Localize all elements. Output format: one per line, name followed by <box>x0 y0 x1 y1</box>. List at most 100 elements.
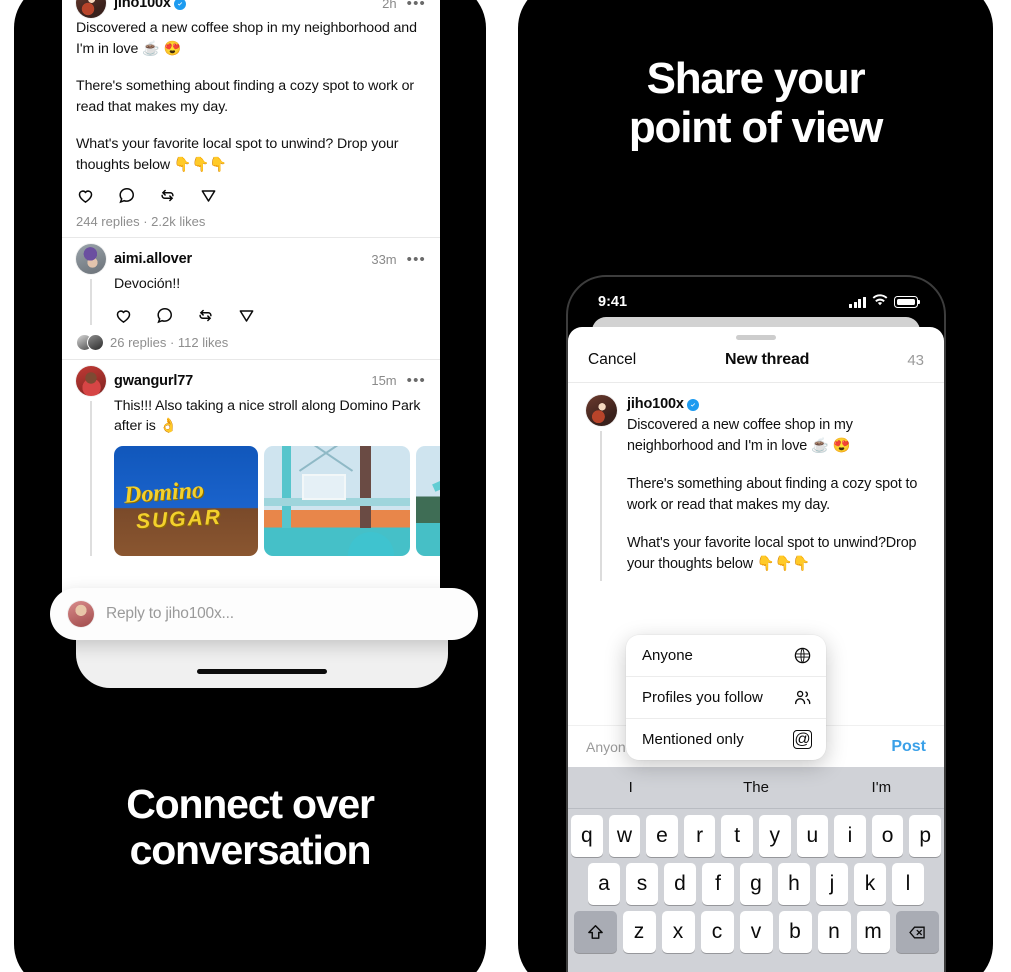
reply-icon[interactable] <box>117 186 136 205</box>
post-meta: 15m ••• <box>371 373 426 388</box>
shift-icon[interactable] <box>573 911 617 953</box>
sheet-title: New thread <box>725 351 810 368</box>
menu-item-label: Anyone <box>642 647 693 664</box>
avatar[interactable] <box>68 601 94 627</box>
third-photo[interactable] <box>416 445 440 556</box>
repost-icon[interactable] <box>158 186 177 205</box>
audience-dropdown-menu[interactable]: Anyone Profiles you follow Mentioned onl… <box>626 635 826 760</box>
avatar[interactable] <box>585 395 617 426</box>
like-icon[interactable] <box>76 186 95 205</box>
at-icon: @ <box>793 730 812 749</box>
reply-icon[interactable] <box>155 306 174 325</box>
reply-input-placeholder[interactable]: Reply to jiho100x... <box>106 605 234 623</box>
compose-text-column: jiho100x Discovered a new coffee shop in… <box>627 395 926 581</box>
keyboard-row-3: z x c v b n m <box>568 905 944 953</box>
share-icon[interactable] <box>199 186 218 205</box>
key-b[interactable]: b <box>778 911 812 953</box>
post-text: This!!! Also taking a nice stroll along … <box>114 396 426 437</box>
menu-item-anyone[interactable]: Anyone <box>626 635 826 676</box>
avatar[interactable] <box>76 365 106 396</box>
feed-post[interactable]: gwangurl77 15m ••• This!!! Also taking a… <box>62 358 440 564</box>
post-media-carousel[interactable]: Domino SUGAR <box>114 445 440 556</box>
key-t[interactable]: t <box>721 815 753 857</box>
key-c[interactable]: c <box>700 911 734 953</box>
menu-item-label: Mentioned only <box>642 731 744 748</box>
key-u[interactable]: u <box>796 815 829 857</box>
stats-text: 26 replies · 112 likes <box>110 334 229 350</box>
key-y[interactable]: y <box>759 815 791 857</box>
username[interactable]: jiho100x <box>114 0 171 11</box>
post-stats[interactable]: 244 replies · 2.2k likes <box>76 214 426 229</box>
key-g[interactable]: g <box>740 863 772 905</box>
key-z[interactable]: z <box>622 911 656 953</box>
feed-post[interactable]: aimi.allover 33m ••• Devoción!! 26 repli… <box>62 237 440 359</box>
right-panel-caption: Share your point of view <box>518 54 993 153</box>
suggestion-chip[interactable]: I <box>568 779 693 796</box>
compose-text[interactable]: Discovered a new coffee shop in my neigh… <box>627 415 926 575</box>
more-options-icon[interactable]: ••• <box>407 0 426 11</box>
repost-icon[interactable] <box>196 306 215 325</box>
menu-item-mentioned-only[interactable]: Mentioned only @ <box>626 718 826 760</box>
post-header: jiho100x 2h ••• <box>76 0 426 18</box>
key-l[interactable]: l <box>892 863 924 905</box>
post-paragraph: This!!! Also taking a nice stroll along … <box>114 397 421 435</box>
key-n[interactable]: n <box>817 911 851 953</box>
post-actions <box>76 186 426 205</box>
feed-list: jiho100x 2h ••• Discovered a new coffee … <box>62 0 440 616</box>
key-a[interactable]: a <box>588 863 620 905</box>
post-thread: gwangurl77 15m ••• This!!! Also taking a… <box>76 365 440 556</box>
reply-composer-bar[interactable]: Reply to jiho100x... <box>50 588 478 640</box>
post-button[interactable]: Post <box>891 738 926 756</box>
like-icon[interactable] <box>114 306 133 325</box>
cancel-button[interactable]: Cancel <box>588 351 636 369</box>
feed-post[interactable]: jiho100x 2h ••• Discovered a new coffee … <box>62 0 440 237</box>
on-screen-keyboard: I The I'm q w e r t y u i o p a s d f g … <box>568 767 944 972</box>
compose-paragraph: There's something about finding a cozy s… <box>627 476 918 513</box>
menu-item-profiles-you-follow[interactable]: Profiles you follow <box>626 676 826 718</box>
compose-paragraph: What's your favorite local spot to unwin… <box>627 535 917 572</box>
suggestion-chip[interactable]: I'm <box>819 779 944 796</box>
username[interactable]: aimi.allover <box>114 251 192 267</box>
key-x[interactable]: x <box>661 911 695 953</box>
suggestion-chip[interactable]: The <box>693 779 818 796</box>
more-options-icon[interactable]: ••• <box>407 252 426 267</box>
domino-sugar-photo[interactable]: Domino SUGAR <box>114 445 258 556</box>
avatar[interactable] <box>76 244 106 274</box>
thread-line <box>600 431 602 581</box>
timestamp: 15m <box>371 373 397 388</box>
thread-line <box>90 400 92 556</box>
key-e[interactable]: e <box>646 815 678 857</box>
share-icon[interactable] <box>237 306 256 325</box>
key-r[interactable]: r <box>683 815 716 857</box>
key-p[interactable]: p <box>909 815 941 857</box>
key-w[interactable]: w <box>608 815 641 857</box>
key-v[interactable]: v <box>739 911 773 953</box>
feed-screen: jiho100x 2h ••• Discovered a new coffee … <box>62 0 440 616</box>
key-q[interactable]: q <box>571 815 603 857</box>
key-s[interactable]: s <box>626 863 658 905</box>
more-options-icon[interactable]: ••• <box>407 373 426 388</box>
key-h[interactable]: h <box>778 863 810 905</box>
key-k[interactable]: k <box>854 863 886 905</box>
post-meta: 2h ••• <box>382 0 426 11</box>
key-o[interactable]: o <box>871 815 904 857</box>
key-m[interactable]: m <box>856 911 890 953</box>
backspace-icon[interactable] <box>895 911 939 953</box>
key-d[interactable]: d <box>664 863 696 905</box>
bridge-photo[interactable] <box>264 445 410 556</box>
post-header: aimi.allover 33m ••• <box>114 244 426 274</box>
avatar[interactable] <box>76 0 106 18</box>
username[interactable]: jiho100x <box>627 396 684 412</box>
status-bar: 9:41 <box>568 277 944 317</box>
post-stats[interactable]: 26 replies · 112 likes <box>76 333 426 351</box>
post-text: Devoción!! <box>114 274 426 295</box>
key-f[interactable]: f <box>702 863 734 905</box>
post-paragraph: Devoción!! <box>114 276 181 292</box>
username[interactable]: gwangurl77 <box>114 373 193 389</box>
globe-icon <box>793 646 812 665</box>
compose-area[interactable]: jiho100x Discovered a new coffee shop in… <box>568 383 944 581</box>
key-i[interactable]: i <box>834 815 866 857</box>
key-j[interactable]: j <box>816 863 848 905</box>
post-author[interactable]: jiho100x <box>114 0 186 12</box>
new-thread-sheet: Cancel New thread 43 jiho100x Discovered… <box>568 327 944 972</box>
